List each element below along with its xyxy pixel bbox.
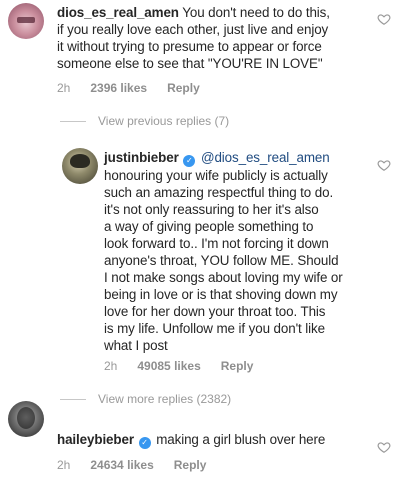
reply-button[interactable]: Reply: [221, 359, 254, 373]
comment-line: if you really love each other, just live…: [57, 22, 329, 37]
avatar-justinbieber[interactable]: [62, 148, 98, 184]
mention-link[interactable]: @dios_es_real_amen: [201, 150, 330, 165]
comment-line: being in love or is that shoving down my: [104, 287, 338, 302]
comment-text-hailey: haileybieber ✓ making a girl blush over …: [57, 431, 377, 449]
divider-line: [60, 398, 86, 400]
comment-time: 2h: [57, 458, 71, 472]
username-justinbieber[interactable]: justinbieber: [104, 150, 179, 165]
comment-text-justin: justinbieber ✓ @dios_es_real_amen honour…: [104, 149, 384, 354]
view-previous-replies-button[interactable]: View previous replies (7): [60, 114, 229, 128]
comment-line: it without trying to presume to appear o…: [57, 39, 322, 54]
reply-button[interactable]: Reply: [167, 81, 200, 95]
view-previous-replies-label: View previous replies (7): [98, 114, 230, 128]
divider-line: [60, 120, 86, 122]
like-count[interactable]: 2396 likes: [90, 81, 147, 95]
comment-line: what I post: [104, 338, 168, 353]
comment-line: anyone's throat, YOU follow ME. Should: [104, 253, 339, 268]
comment-time: 2h: [104, 359, 118, 373]
comment-time: 2h: [57, 81, 71, 95]
heart-outline-icon[interactable]: [377, 440, 391, 454]
comment-line: I not make songs about loving my wife or: [104, 270, 343, 285]
like-count[interactable]: 49085 likes: [137, 359, 200, 373]
avatar-dios-es-real-amen[interactable]: [8, 3, 44, 39]
comment-line: look forward to.. I'm not forcing it dow…: [104, 236, 329, 251]
comment-line: justinbieber ✓ @dios_es_real_amen: [104, 149, 384, 167]
reply-button[interactable]: Reply: [174, 458, 207, 472]
avatar-haileybieber[interactable]: [8, 401, 44, 437]
comment-text-top: dios_es_real_amen You don't need to do t…: [57, 4, 377, 72]
username-haileybieber[interactable]: haileybieber: [57, 432, 134, 447]
comment-line: honouring your wife publicly is actually: [104, 168, 328, 183]
heart-outline-icon[interactable]: [377, 158, 391, 172]
comment-line: love for her down your throat too. This: [104, 304, 326, 319]
view-more-replies-button[interactable]: View more replies (2382): [60, 392, 231, 406]
comment-line: dios_es_real_amen You don't need to do t…: [57, 4, 377, 21]
view-more-replies-label: View more replies (2382): [98, 392, 232, 406]
comment-line-text: making a girl blush over here: [156, 432, 326, 447]
comment-line: it's not only reassuring to her it's als…: [104, 202, 319, 217]
heart-outline-icon[interactable]: [377, 12, 391, 26]
comment-line: a way of giving people something to: [104, 219, 314, 234]
comment-line: is my life. Unfollow me if you don't lik…: [104, 321, 325, 336]
comment-line-text: You don't need to do this,: [182, 5, 330, 20]
verified-badge-icon: ✓: [183, 155, 196, 167]
username-dios-es-real-amen[interactable]: dios_es_real_amen: [57, 5, 179, 20]
comment-meta-hailey: 2h 24634 likes Reply: [57, 458, 206, 472]
comment-meta-top: 2h 2396 likes Reply: [57, 81, 200, 95]
comment-line: someone else to see that "YOU'RE IN LOVE…: [57, 56, 323, 71]
verified-badge-icon: ✓: [138, 437, 151, 449]
like-count[interactable]: 24634 likes: [90, 458, 153, 472]
comment-line: such an amazing respectful thing to do.: [104, 185, 334, 200]
comment-meta-justin: 2h 49085 likes Reply: [104, 359, 253, 373]
